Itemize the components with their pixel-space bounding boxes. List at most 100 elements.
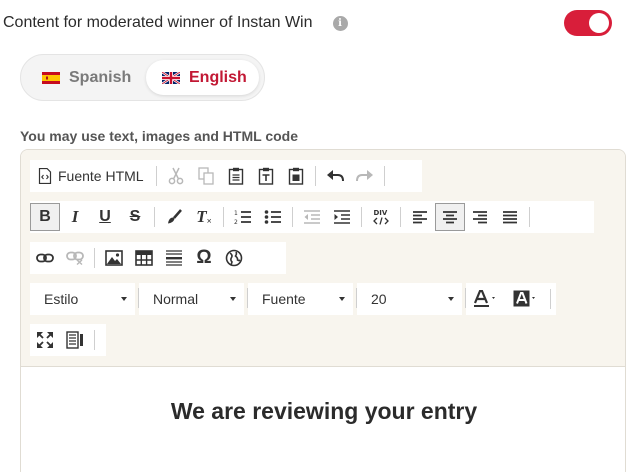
rich-text-editor: Fuente HTML B I U S T × 1 2 DIV Ω Estilo… bbox=[20, 149, 626, 472]
div-container-button[interactable]: DIV bbox=[366, 203, 396, 231]
style-combo-value: Estilo bbox=[44, 291, 79, 307]
paintbrush-icon bbox=[168, 209, 182, 224]
toolbar-separator bbox=[94, 330, 95, 350]
language-tab-label: English bbox=[189, 68, 247, 86]
text-color-icon bbox=[473, 290, 495, 307]
strikethrough-button[interactable]: S bbox=[120, 203, 150, 231]
toolbar-separator bbox=[550, 289, 551, 309]
toolbar-separator bbox=[383, 166, 385, 186]
table-button[interactable] bbox=[129, 244, 159, 272]
link-button[interactable] bbox=[30, 244, 60, 272]
image-icon bbox=[105, 250, 123, 266]
align-justify-icon bbox=[503, 211, 517, 224]
show-blocks-icon bbox=[66, 331, 83, 349]
spain-flag-icon bbox=[42, 71, 60, 84]
chevron-down-icon bbox=[230, 297, 236, 301]
chevron-down-icon bbox=[339, 297, 345, 301]
style-combo[interactable]: Estilo bbox=[30, 283, 135, 315]
toolbar-separator bbox=[529, 207, 530, 227]
indent-button[interactable] bbox=[327, 203, 357, 231]
background-color-button[interactable] bbox=[506, 285, 546, 313]
undo-button[interactable] bbox=[320, 162, 350, 190]
underline-button[interactable]: U bbox=[90, 203, 120, 231]
indent-icon bbox=[334, 210, 350, 224]
copy-icon bbox=[197, 167, 214, 185]
clear-x-mark: × bbox=[206, 216, 212, 226]
paste-text-icon bbox=[258, 167, 273, 185]
section-title: Content for moderated winner of Instan W… bbox=[3, 14, 313, 31]
toolbar-group-insert: Ω bbox=[30, 242, 286, 274]
uk-flag-icon bbox=[162, 71, 180, 84]
toolbar-group-format: B I U S T × 12 DIV bbox=[30, 201, 594, 233]
paste-text-button[interactable] bbox=[251, 162, 281, 190]
show-blocks-button[interactable] bbox=[60, 326, 90, 354]
toolbar-separator bbox=[155, 166, 157, 186]
enable-toggle[interactable] bbox=[564, 10, 612, 36]
language-tab-label: Spanish bbox=[69, 68, 132, 86]
chevron-down-icon bbox=[121, 297, 127, 301]
copy-format-button[interactable] bbox=[159, 203, 189, 231]
svg-text:DIV: DIV bbox=[374, 209, 388, 217]
info-icon[interactable]: i bbox=[332, 15, 348, 31]
toolbar-separator bbox=[292, 207, 293, 227]
toolbar-group-document: Fuente HTML bbox=[30, 160, 422, 192]
outdent-button[interactable] bbox=[297, 203, 327, 231]
language-tab-spanish[interactable]: Spanish bbox=[29, 60, 141, 95]
toolbar-separator bbox=[154, 207, 155, 227]
numbered-list-button[interactable]: 12 bbox=[228, 203, 258, 231]
font-combo[interactable]: Fuente bbox=[248, 283, 353, 315]
div-icon: DIV bbox=[373, 209, 389, 225]
scissors-icon bbox=[168, 167, 183, 185]
font-size-combo-value: 20 bbox=[371, 291, 387, 307]
align-right-button[interactable] bbox=[465, 203, 495, 231]
iframe-button[interactable] bbox=[219, 244, 249, 272]
paste-button[interactable] bbox=[221, 162, 251, 190]
language-tab-english[interactable]: English bbox=[146, 60, 259, 95]
toolbar-group-colors bbox=[466, 283, 556, 315]
text-color-button[interactable] bbox=[466, 285, 506, 313]
special-char-button[interactable]: Ω bbox=[189, 244, 219, 272]
section-header: Content for moderated winner of Instan W… bbox=[3, 10, 613, 36]
align-center-button[interactable] bbox=[435, 203, 465, 231]
toolbar-separator bbox=[361, 207, 362, 227]
image-button[interactable] bbox=[99, 244, 129, 272]
cut-button[interactable] bbox=[161, 162, 191, 190]
bulleted-list-button[interactable] bbox=[258, 203, 288, 231]
source-icon bbox=[38, 168, 52, 184]
unlink-button[interactable] bbox=[60, 244, 90, 272]
format-combo[interactable]: Normal bbox=[139, 283, 244, 315]
align-right-icon bbox=[473, 211, 487, 224]
paste-word-icon bbox=[288, 167, 303, 185]
toolbar-separator bbox=[223, 207, 224, 227]
toolbar-separator bbox=[314, 166, 316, 186]
link-icon bbox=[36, 253, 54, 263]
background-color-icon bbox=[513, 290, 535, 307]
source-html-button[interactable]: Fuente HTML bbox=[30, 162, 152, 190]
globe-icon bbox=[225, 249, 243, 267]
redo-button[interactable] bbox=[350, 162, 380, 190]
svg-text:1: 1 bbox=[234, 210, 238, 217]
copy-button[interactable] bbox=[191, 162, 221, 190]
paste-icon bbox=[228, 167, 243, 185]
align-justify-button[interactable] bbox=[495, 203, 525, 231]
editor-toolbar: Fuente HTML B I U S T × 1 2 DIV Ω Estilo… bbox=[21, 150, 625, 367]
clear-format-icon: T bbox=[196, 207, 207, 226]
editor-content[interactable]: We are reviewing your entry bbox=[21, 368, 625, 472]
font-size-combo[interactable]: 20 bbox=[357, 283, 462, 315]
font-combo-value: Fuente bbox=[262, 291, 306, 307]
toolbar-group-tools bbox=[30, 324, 106, 356]
remove-format-button[interactable]: T × bbox=[189, 203, 219, 231]
align-left-icon bbox=[413, 211, 427, 224]
align-left-button[interactable] bbox=[405, 203, 435, 231]
maximize-icon bbox=[37, 332, 53, 348]
paste-word-button[interactable] bbox=[281, 162, 311, 190]
maximize-button[interactable] bbox=[30, 326, 60, 354]
bold-button[interactable]: B bbox=[30, 203, 60, 231]
language-switcher: Spanish English bbox=[20, 54, 265, 101]
outdent-icon bbox=[304, 210, 320, 224]
content-heading[interactable]: We are reviewing your entry bbox=[21, 398, 625, 425]
italic-button[interactable]: I bbox=[60, 203, 90, 231]
horizontal-rule-button[interactable] bbox=[159, 244, 189, 272]
helper-text: You may use text, images and HTML code bbox=[20, 128, 298, 144]
source-html-label: Fuente HTML bbox=[58, 168, 144, 184]
